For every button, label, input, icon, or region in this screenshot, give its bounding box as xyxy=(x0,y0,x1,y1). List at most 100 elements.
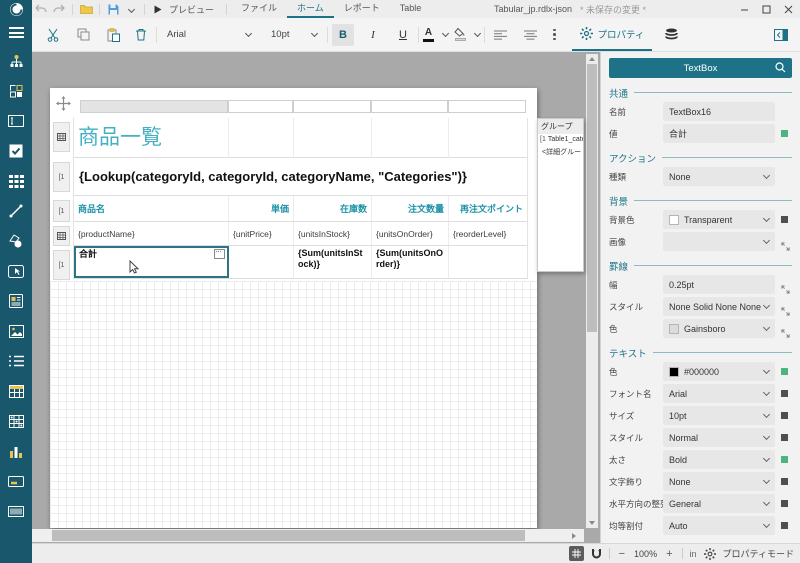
toolbox-item-image[interactable] xyxy=(0,316,32,346)
border-color-select[interactable]: Gainsboro xyxy=(663,319,775,338)
detail-cell-units-in-stock[interactable]: {unitsInStock} xyxy=(294,222,372,245)
font-name-indicator[interactable] xyxy=(781,390,788,397)
paste-icon[interactable] xyxy=(102,24,124,46)
horizontal-scrollbar[interactable] xyxy=(32,529,584,542)
tab-file[interactable]: ファイル xyxy=(231,0,287,18)
row-handle-header[interactable]: [1 xyxy=(53,200,70,222)
scroll-right-icon[interactable] xyxy=(572,533,576,539)
name-input[interactable]: TextBox16 xyxy=(663,102,775,121)
row-handle-footer[interactable]: [1 xyxy=(53,250,70,280)
column-handle-5[interactable] xyxy=(448,100,526,113)
toolbox-item-line[interactable] xyxy=(0,196,32,226)
font-weight-indicator[interactable] xyxy=(781,456,788,463)
search-icon[interactable] xyxy=(775,62,786,73)
vertical-scrollbar-thumb[interactable] xyxy=(587,64,597,332)
border-color-expand-icon[interactable] xyxy=(781,325,789,333)
font-color-button[interactable]: A xyxy=(423,28,434,42)
tab-report[interactable]: レポート xyxy=(334,0,390,18)
border-style-expand-icon[interactable] xyxy=(781,303,789,311)
empty-cell[interactable] xyxy=(449,246,527,278)
property-mode-label[interactable]: プロパティモード xyxy=(723,547,794,560)
snap-magnet-icon[interactable] xyxy=(591,548,602,559)
grid-toggle-button[interactable] xyxy=(569,546,584,561)
toolbox-item-table-cells[interactable] xyxy=(0,166,32,196)
toolbox-item-table[interactable] xyxy=(0,376,32,406)
bg-color-select[interactable]: Transparent xyxy=(663,210,775,229)
empty-cell[interactable] xyxy=(229,246,294,278)
empty-cell[interactable] xyxy=(229,118,294,158)
fill-color-button[interactable] xyxy=(454,28,466,41)
delete-icon[interactable] xyxy=(130,24,152,46)
font-weight-select[interactable]: Bold xyxy=(663,450,775,469)
column-handle-1[interactable] xyxy=(80,100,228,113)
selected-element-header[interactable]: TextBox xyxy=(609,58,792,78)
detail-cell-product-name[interactable]: {productName} xyxy=(74,222,229,245)
column-handle-3[interactable] xyxy=(293,100,371,113)
footer-sum-order-textbox[interactable]: {Sum(unitsOnOrder)} xyxy=(372,246,449,278)
toolbox-item-textbox[interactable] xyxy=(0,106,32,136)
image-select[interactable] xyxy=(663,232,775,251)
font-color-chevron-icon[interactable] xyxy=(434,24,448,46)
horizontal-align-select[interactable]: General xyxy=(663,494,775,513)
font-family-select[interactable]: Arial xyxy=(161,25,257,45)
fill-color-chevron-icon[interactable] xyxy=(466,24,480,46)
toolbox-item-report-explorer[interactable] xyxy=(0,46,32,76)
justify-indicator[interactable] xyxy=(781,522,788,529)
value-set-indicator[interactable] xyxy=(781,130,788,137)
zoom-in-button[interactable]: + xyxy=(664,548,674,560)
field-picker-icon[interactable] xyxy=(214,249,225,262)
report-title-textbox[interactable]: 商品一覧 xyxy=(74,118,229,158)
zoom-out-button[interactable]: − xyxy=(617,548,627,560)
data-sources-icon[interactable] xyxy=(660,24,682,46)
justify-select[interactable]: Auto xyxy=(663,516,775,535)
header-cell-product-name[interactable]: 商品名 xyxy=(74,196,229,221)
horizontal-align-indicator[interactable] xyxy=(781,500,788,507)
empty-cell[interactable] xyxy=(372,118,449,158)
align-left-icon[interactable] xyxy=(489,24,511,46)
tab-home[interactable]: ホーム xyxy=(287,0,334,18)
header-cell-units-on-order[interactable]: 注文数量 xyxy=(372,196,449,221)
bg-color-indicator[interactable] xyxy=(781,216,788,223)
text-color-indicator[interactable] xyxy=(781,368,788,375)
font-size-select[interactable]: 10pt xyxy=(265,25,323,45)
empty-cell[interactable] xyxy=(294,118,372,158)
report-page[interactable]: [1 [1 [1 商品一覧 {Lookup(categoryId, catego… xyxy=(50,88,537,528)
toolbox-item-container[interactable] xyxy=(0,256,32,286)
group-item-detail[interactable]: <詳細グルー xyxy=(538,145,583,159)
detail-cell-units-on-order[interactable]: {unitsOnOrder} xyxy=(372,222,449,245)
font-size-prop-select[interactable]: 10pt xyxy=(663,406,775,425)
toolbox-item-tablix[interactable] xyxy=(0,406,32,436)
value-input[interactable]: 合計 xyxy=(663,124,775,143)
settings-gear-icon[interactable] xyxy=(704,548,716,560)
action-type-select[interactable]: None xyxy=(663,167,775,186)
header-cell-unit-price[interactable]: 単価 xyxy=(229,196,294,221)
window-maximize-icon[interactable] xyxy=(758,1,774,17)
font-name-select[interactable]: Arial xyxy=(663,384,775,403)
tab-table[interactable]: Table xyxy=(390,0,432,18)
window-minimize-icon[interactable] xyxy=(736,1,752,17)
scroll-up-icon[interactable] xyxy=(589,57,595,61)
group-item-category[interactable]: [1 Table1_categ xyxy=(538,134,583,145)
toolbox-item-layout[interactable] xyxy=(0,76,32,106)
measurement-unit[interactable]: in xyxy=(690,549,697,559)
horizontal-scrollbar-thumb[interactable] xyxy=(52,530,525,541)
save-icon[interactable] xyxy=(104,1,122,17)
row-handle-detail[interactable] xyxy=(53,226,70,246)
bold-button[interactable]: B xyxy=(332,24,354,46)
toolbox-item-sparkline[interactable] xyxy=(0,466,32,496)
border-width-input[interactable]: 0.25pt xyxy=(663,275,775,294)
header-cell-units-in-stock[interactable]: 在庫数 xyxy=(294,196,372,221)
image-expand-icon[interactable] xyxy=(781,238,789,246)
row-handle-group1[interactable]: [1 xyxy=(53,162,70,192)
save-options-chevron-icon[interactable] xyxy=(122,1,140,17)
toolbox-item-barcode[interactable] xyxy=(0,496,32,526)
properties-panel-tab[interactable]: プロパティ xyxy=(572,18,653,51)
toolbox-item-shape[interactable] xyxy=(0,226,32,256)
window-close-icon[interactable] xyxy=(780,1,796,17)
footer-total-textbox-selected[interactable]: 合計 xyxy=(74,246,229,278)
more-options-icon[interactable] xyxy=(547,29,562,41)
toolbox-item-list[interactable] xyxy=(0,346,32,376)
header-cell-reorder-level[interactable]: 再注文ポイント xyxy=(449,196,527,221)
text-color-select[interactable]: #000000 xyxy=(663,362,775,381)
lookup-expression-textbox[interactable]: {Lookup(categoryId, categoryId, category… xyxy=(79,169,467,184)
